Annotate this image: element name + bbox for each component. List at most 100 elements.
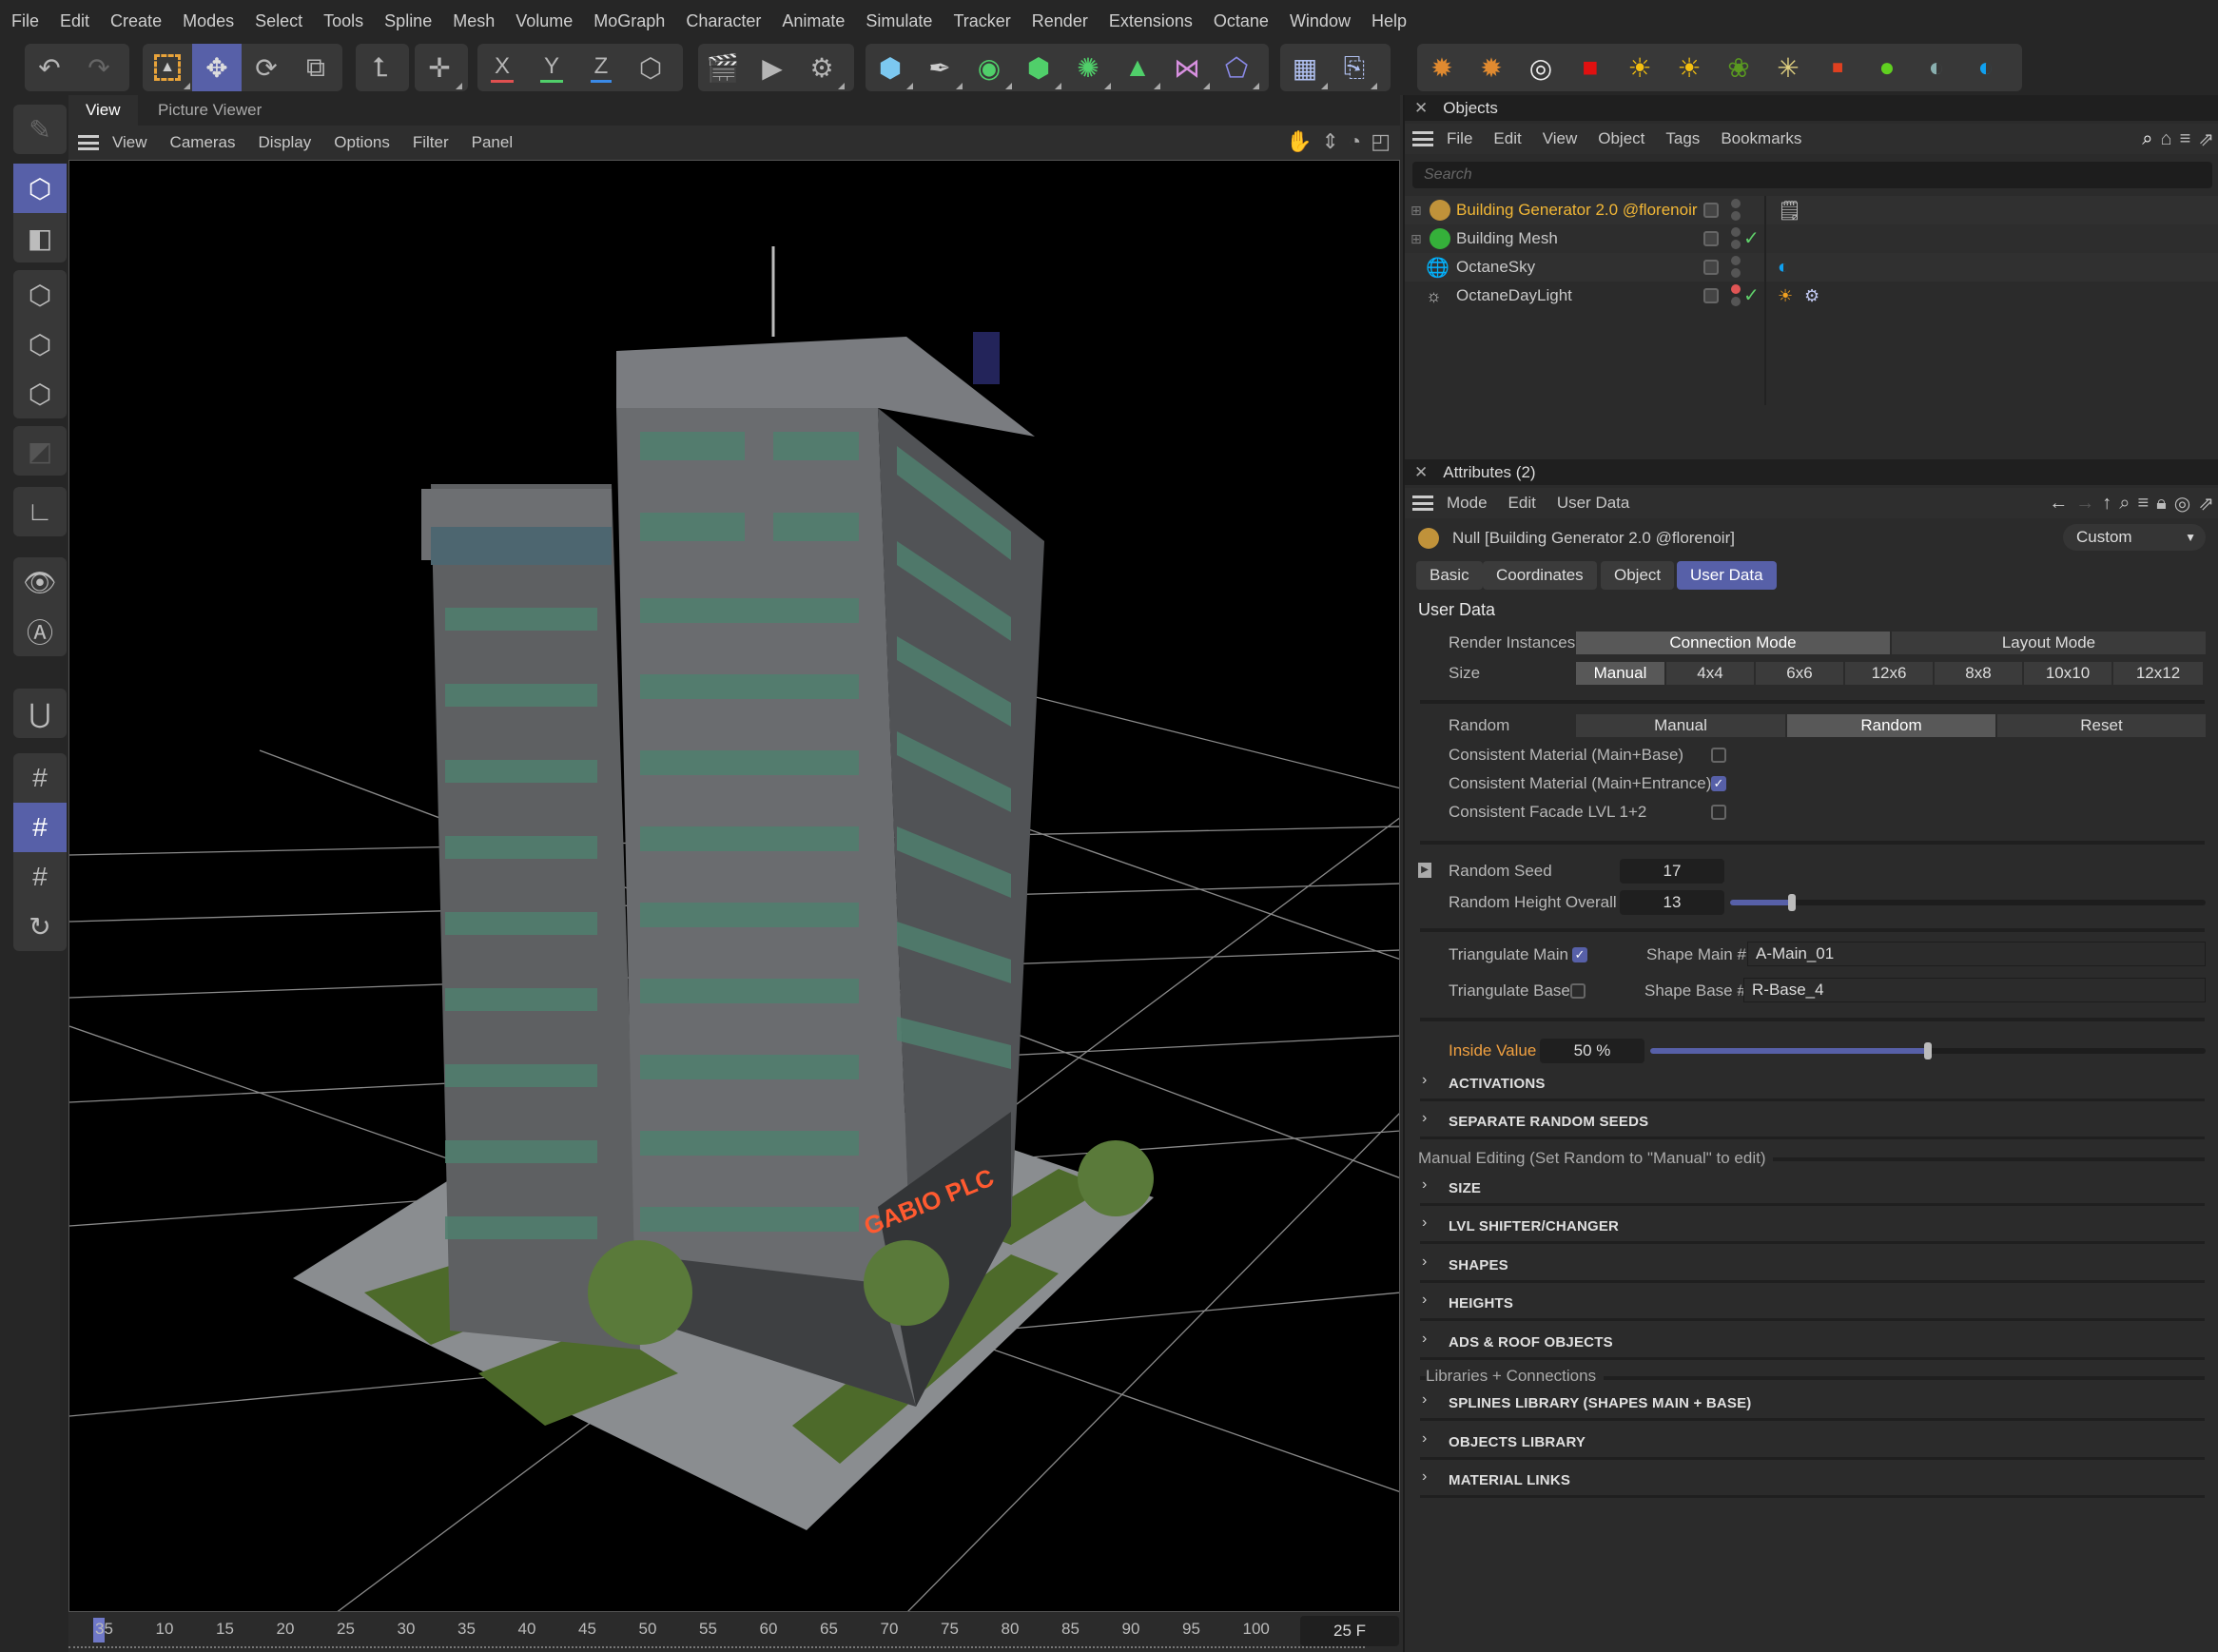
search-icon[interactable]: ⌕	[2142, 128, 2152, 150]
scale-icon[interactable]: ⧉	[291, 44, 340, 91]
octane-env-icon[interactable]: ◐	[1912, 44, 1961, 91]
viewport-menu-filter[interactable]: Filter	[413, 133, 449, 152]
random-height-field[interactable]: 13	[1620, 890, 1724, 915]
locked-axis-icon[interactable]: Ⓐ	[13, 607, 67, 656]
lock-icon[interactable]: 🔒︎	[2156, 493, 2167, 515]
polygons-mode-icon[interactable]: ⬡	[13, 369, 67, 418]
filter-icon[interactable]: ≡	[2137, 493, 2149, 515]
octane-target-icon[interactable]: ◎	[1516, 44, 1566, 91]
objects-menu-object[interactable]: Object	[1598, 129, 1644, 148]
pen-spline-icon[interactable]: ✒	[915, 44, 964, 91]
transform-icon[interactable]: ⮤	[356, 44, 405, 91]
random-height-slider[interactable]	[1730, 894, 2206, 911]
size-4x4-button[interactable]: 4x4	[1666, 662, 1756, 685]
view-layout-icon[interactable]: ◰	[1371, 129, 1391, 154]
octane-scatter-icon[interactable]: ❀	[1714, 44, 1763, 91]
tab-basic[interactable]: Basic	[1416, 561, 1483, 590]
viewport-hamburger-icon[interactable]	[78, 135, 99, 150]
slider-knob[interactable]	[1788, 894, 1796, 911]
floor-grid-icon[interactable]: ▦	[1280, 44, 1330, 91]
undo-icon[interactable]: ↶	[25, 44, 74, 91]
menu-animate[interactable]: Animate	[782, 11, 845, 31]
viewport-menu-display[interactable]: Display	[259, 133, 312, 152]
section-lvl-shifter[interactable]: › LVL SHIFTER/CHANGER	[1420, 1212, 2205, 1244]
editor-visibility-icon[interactable]	[1703, 288, 1719, 303]
texture-mode-icon[interactable]: ◧	[13, 213, 67, 262]
daylight-tag-icon[interactable]: ☀	[1778, 286, 1793, 306]
object-name[interactable]: OctaneDayLight	[1456, 286, 1572, 305]
menu-select[interactable]: Select	[255, 11, 302, 31]
menu-tools[interactable]: Tools	[323, 11, 363, 31]
new-window-icon[interactable]: ⇗	[2198, 492, 2214, 515]
x-axis-icon[interactable]: X	[477, 44, 527, 91]
y-axis-icon[interactable]: Y	[527, 44, 576, 91]
attributes-menu-user-data[interactable]: User Data	[1557, 494, 1630, 513]
coordinate-system-icon[interactable]: ⬡	[626, 44, 675, 91]
uv-mode-icon[interactable]: ◩	[13, 426, 67, 476]
attributes-menu-mode[interactable]: Mode	[1447, 494, 1488, 513]
viewport-menu-view[interactable]: View	[112, 133, 147, 152]
snap-icon[interactable]: ⋃	[13, 689, 67, 738]
search-icon[interactable]: ⌕	[2119, 493, 2130, 515]
settings-st-tag-icon[interactable]: ⚙	[1804, 286, 1819, 306]
editor-visibility-icon[interactable]	[1703, 203, 1719, 218]
menu-mesh[interactable]: Mesh	[453, 11, 495, 31]
tab-view[interactable]: View	[68, 95, 138, 126]
octane-sun-icon[interactable]: ☀	[1664, 44, 1714, 91]
connection-mode-button[interactable]: Connection Mode	[1576, 632, 1892, 654]
pan-hand-icon[interactable]: ✋	[1286, 129, 1312, 154]
menu-volume[interactable]: Volume	[516, 11, 573, 31]
octane-env-tag-icon[interactable]: ◐	[1778, 257, 1789, 279]
tab-picture-viewer[interactable]: Picture Viewer	[141, 95, 279, 126]
animate-keyframe-icon[interactable]: ▶	[1418, 863, 1431, 878]
object-name[interactable]: Building Generator 2.0 @florenoir	[1456, 201, 1698, 220]
shape-main-field[interactable]: A-Main_01	[1747, 942, 2206, 966]
octane-small-camera-icon[interactable]: ■	[1813, 44, 1862, 91]
timeline[interactable]: 35 10 15 20 25 30 35 40 45 50 55 60 65 70 75 80 85 90 95 10…	[68, 1612, 1403, 1652]
object-row[interactable]: ⊞ Building Generator 2.0 @florenoir 🗒	[1405, 196, 2218, 224]
section-heights[interactable]: › HEIGHTS	[1420, 1289, 2205, 1321]
size-12x6-button[interactable]: 12x6	[1845, 662, 1935, 685]
consistent-material-main-entrance-checkbox[interactable]: ✓	[1711, 776, 1726, 791]
up-arrow-icon[interactable]: ↑	[2102, 493, 2111, 515]
extrude-icon[interactable]: ⬢	[1014, 44, 1063, 91]
inside-value-field[interactable]: 50 %	[1540, 1039, 1644, 1063]
enabled-check-icon[interactable]: ✓	[1743, 226, 1760, 250]
size-manual-button[interactable]: Manual	[1576, 662, 1666, 685]
dolly-icon[interactable]: ⇕	[1321, 129, 1338, 154]
objects-menu-bookmarks[interactable]: Bookmarks	[1721, 129, 1801, 148]
size-10x10-button[interactable]: 10x10	[2024, 662, 2113, 685]
viewport-menu-panel[interactable]: Panel	[472, 133, 513, 152]
random-manual-button[interactable]: Manual	[1576, 714, 1787, 737]
inside-value-slider[interactable]	[1650, 1042, 2206, 1059]
z-axis-icon[interactable]: Z	[576, 44, 626, 91]
selection-icon[interactable]: ▲	[143, 44, 192, 91]
object-row[interactable]: ⊞ Building Mesh ✓	[1405, 224, 2218, 253]
menu-render[interactable]: Render	[1032, 11, 1088, 31]
menu-help[interactable]: Help	[1372, 11, 1407, 31]
objects-hamburger-icon[interactable]	[1412, 131, 1433, 146]
menu-modes[interactable]: Modes	[183, 11, 234, 31]
object-name[interactable]: Building Mesh	[1456, 229, 1558, 248]
menu-tracker[interactable]: Tracker	[953, 11, 1010, 31]
object-row[interactable]: 🌐 OctaneSky ◐	[1405, 253, 2218, 282]
workplane-lock-icon[interactable]: #	[13, 803, 67, 852]
subdivision-icon[interactable]: ◉	[964, 44, 1014, 91]
octane-camera-icon[interactable]: ■	[1566, 44, 1615, 91]
random-reset-button[interactable]: Reset	[1997, 714, 2208, 737]
expand-icon[interactable]: ⊞	[1411, 203, 1422, 219]
enabled-check-icon[interactable]: ✓	[1743, 283, 1760, 307]
viewport-menu-options[interactable]: Options	[334, 133, 390, 152]
home-icon[interactable]: ⌂	[2160, 128, 2171, 150]
menu-extensions[interactable]: Extensions	[1109, 11, 1193, 31]
object-name[interactable]: OctaneSky	[1456, 258, 1535, 277]
note-tag-icon[interactable]: 🗒	[1778, 199, 1801, 223]
object-row[interactable]: ☼ OctaneDayLight ✓ ☀ ⚙	[1405, 282, 2218, 310]
random-seed-field[interactable]: 17	[1620, 859, 1724, 884]
consistent-facade-checkbox[interactable]	[1711, 805, 1726, 820]
edit-mode-icon[interactable]: ✎	[13, 105, 67, 154]
current-frame-field[interactable]: 25 F	[1300, 1616, 1399, 1646]
move-axis-icon[interactable]: ✛	[415, 44, 464, 91]
octane-explosion-icon[interactable]: ✹	[1417, 44, 1467, 91]
visibility-icon[interactable]: 👁	[13, 557, 67, 607]
